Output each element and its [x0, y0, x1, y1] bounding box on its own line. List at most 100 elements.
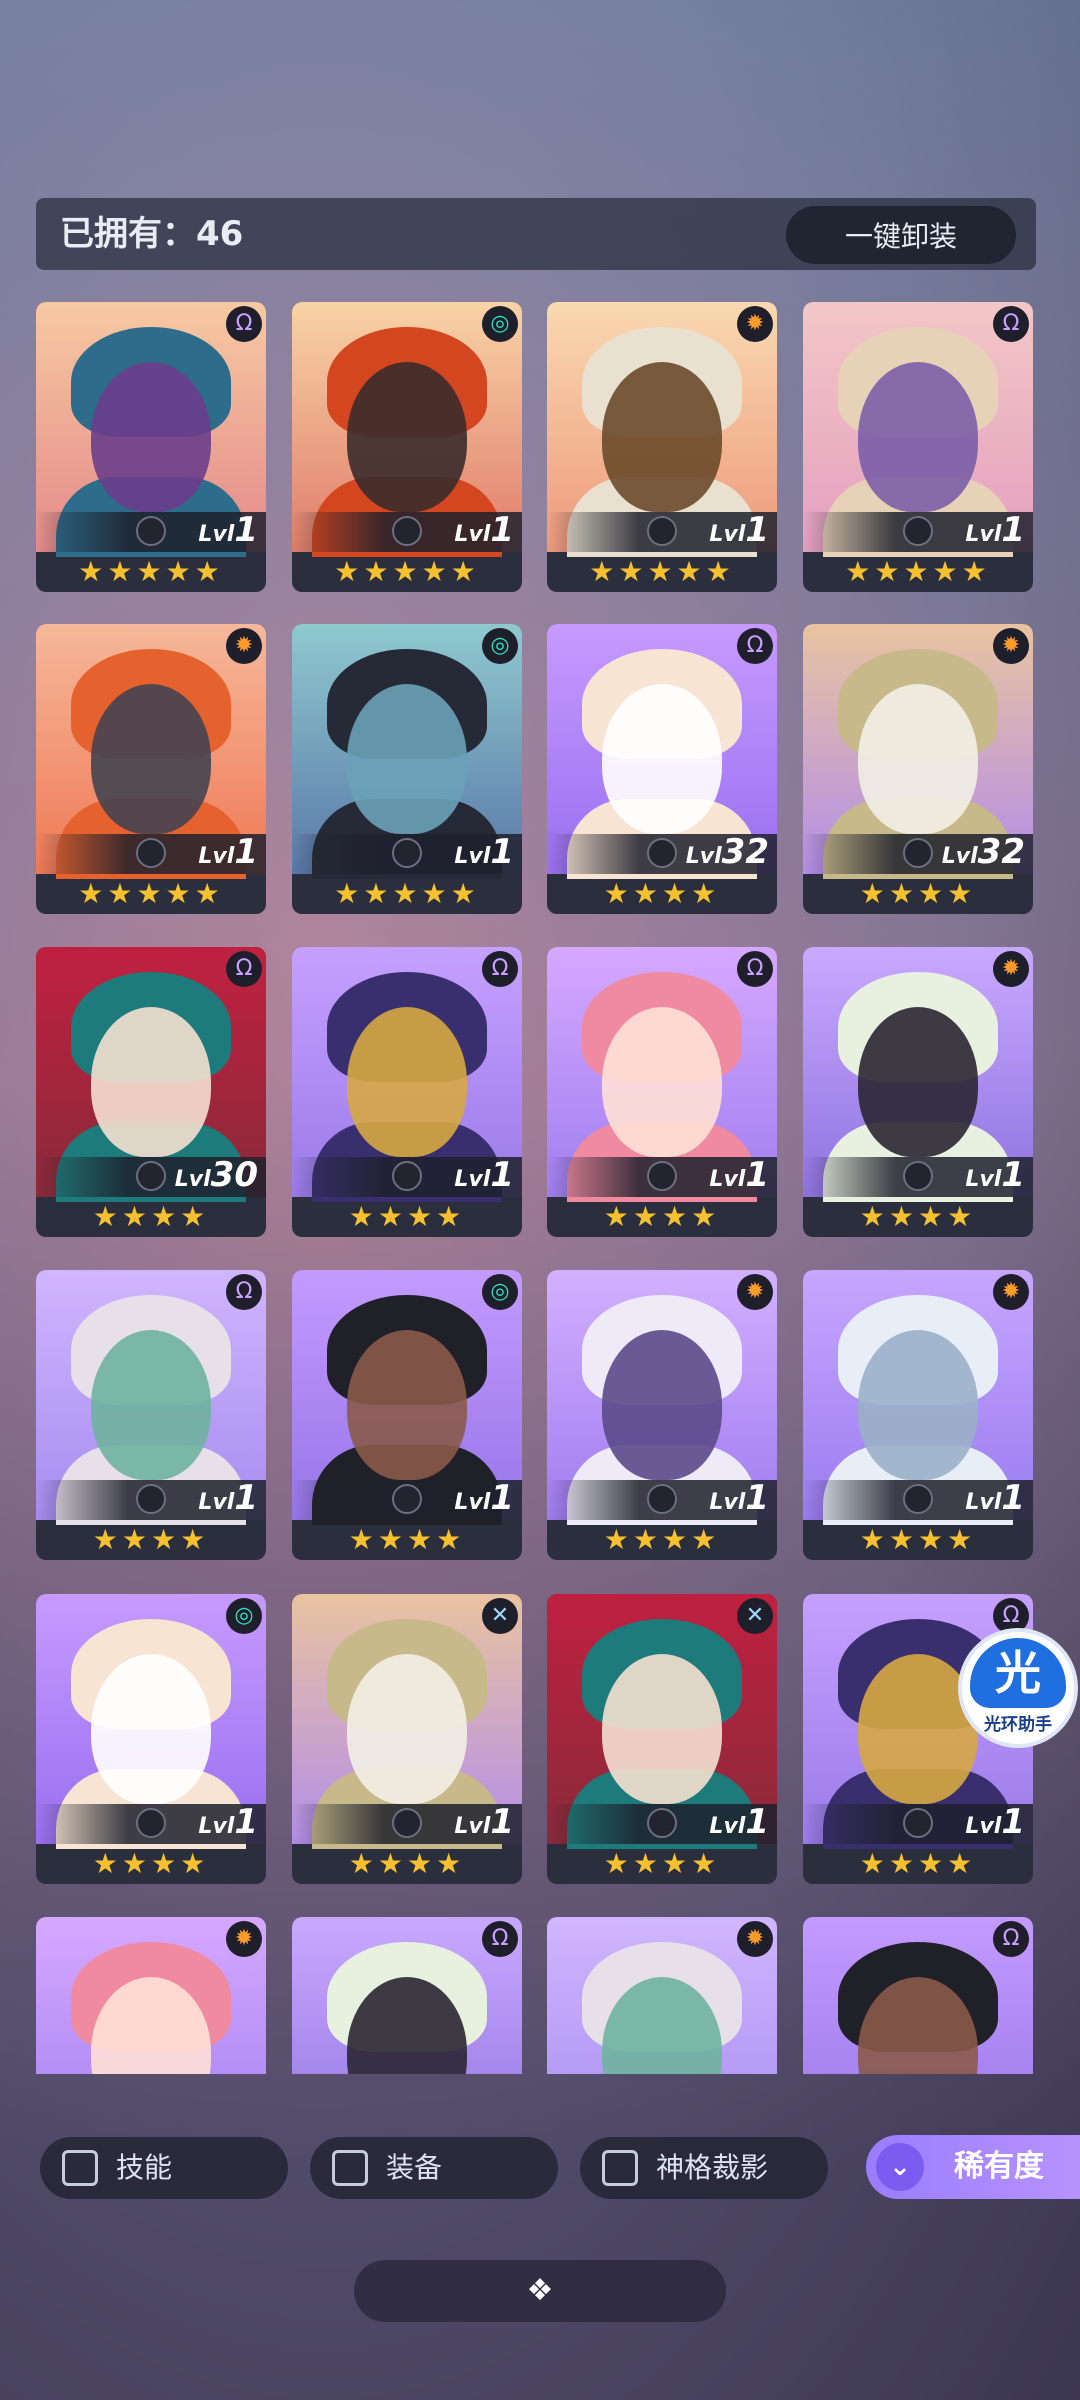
hero-card[interactable]: Ω	[292, 1917, 522, 2074]
filter-label: 装备	[386, 2151, 443, 2184]
hero-card[interactable]: ✕ Lvl1 ★★★★	[547, 1594, 777, 1884]
hero-card[interactable]: Ω Lvl1 ★★★★	[36, 1270, 266, 1560]
rarity-stars: ★★★★	[603, 877, 721, 910]
hero-level: Lvl1	[198, 510, 258, 550]
swirl-faction-icon: ◎	[482, 628, 518, 664]
level-number: 1	[745, 1478, 769, 1518]
rarity-stars: ★★★★	[348, 1847, 466, 1880]
checkbox-icon[interactable]	[602, 2150, 638, 2186]
rarity-stars: ★★★★★	[845, 555, 991, 588]
owned-count: 已拥有：46	[60, 214, 244, 254]
swirl-faction-icon: ◎	[482, 306, 518, 342]
level-number: 1	[490, 1155, 514, 1195]
skill-dial-icon	[903, 1808, 933, 1838]
hero-card[interactable]: Ω Lvl30 ★★★★	[36, 947, 266, 1237]
hero-card[interactable]: ✹ Lvl32 ★★★★	[803, 624, 1033, 914]
sun-faction-icon: ✹	[993, 1274, 1029, 1310]
hero-level: Lvl1	[454, 832, 514, 872]
level-number: 1	[1001, 1802, 1025, 1842]
rarity-stars: ★★★★★	[589, 555, 735, 588]
hero-card[interactable]: ◎ Lvl1 ★★★★★	[292, 302, 522, 592]
hero-card[interactable]: ✹	[547, 1917, 777, 2074]
hero-card[interactable]: ✹ Lvl1 ★★★★★	[547, 302, 777, 592]
rarity-stars: ★★★★★	[334, 555, 480, 588]
hero-face	[91, 362, 211, 512]
level-number: 1	[1001, 1155, 1025, 1195]
hero-face	[602, 1654, 722, 1804]
rarity-stars: ★★★★	[92, 1847, 210, 1880]
rarity-stars: ★★★★★	[334, 877, 480, 910]
rarity-stars: ★★★★	[859, 1200, 977, 1233]
hero-face	[602, 1007, 722, 1157]
skill-dial-icon	[903, 516, 933, 546]
hero-card[interactable]: ✕ Lvl1 ★★★★	[292, 1594, 522, 1884]
hero-card[interactable]: ◎ Lvl1 ★★★★★	[292, 624, 522, 914]
level-prefix: Lvl	[454, 1167, 491, 1192]
level-prefix: Lvl	[941, 844, 978, 869]
filter-divine-shadow[interactable]: 神格裁影	[580, 2137, 828, 2199]
hero-level: Lvl1	[198, 832, 258, 872]
skill-dial-icon	[136, 1161, 166, 1191]
hero-card[interactable]: Ω Lvl1 ★★★★	[292, 947, 522, 1237]
filter-skill[interactable]: 技能	[40, 2137, 288, 2199]
rarity-stars: ★★★★	[92, 1523, 210, 1556]
diamond-cluster-icon: ❖	[526, 2273, 554, 2308]
level-number: 1	[234, 1478, 258, 1518]
hero-card[interactable]: Ω Lvl1 ★★★★★	[803, 302, 1033, 592]
level-number: 1	[490, 510, 514, 550]
rarity-stars: ★★★★	[859, 877, 977, 910]
unequip-all-button[interactable]: 一键卸装	[786, 206, 1016, 264]
hero-face	[602, 362, 722, 512]
hero-level: Lvl32	[686, 832, 769, 872]
level-number: 1	[234, 832, 258, 872]
level-number: 1	[490, 1478, 514, 1518]
hero-card[interactable]: ✹ Lvl1 ★★★★	[547, 1270, 777, 1560]
checkbox-icon[interactable]	[62, 2150, 98, 2186]
hero-card[interactable]: Ω Lvl1 ★★★★★	[36, 302, 266, 592]
hero-face	[858, 1654, 978, 1804]
filter-equipment[interactable]: 装备	[310, 2137, 558, 2199]
skill-dial-icon	[647, 1161, 677, 1191]
checkbox-icon[interactable]	[332, 2150, 368, 2186]
level-prefix: Lvl	[198, 1490, 235, 1515]
hero-face	[91, 1654, 211, 1804]
skill-dial-icon	[392, 516, 422, 546]
assistant-floating-button[interactable]: 光 光环助手	[962, 1632, 1074, 1744]
hero-card[interactable]: ◎ Lvl1 ★★★★	[292, 1270, 522, 1560]
skill-dial-icon	[392, 1808, 422, 1838]
skill-dial-icon	[903, 838, 933, 868]
sun-faction-icon: ✹	[737, 306, 773, 342]
hero-level: Lvl32	[942, 832, 1025, 872]
level-prefix: Lvl	[709, 1167, 746, 1192]
sort-label: 稀有度	[954, 2149, 1044, 2184]
level-number: 1	[745, 1155, 769, 1195]
hero-face	[91, 1007, 211, 1157]
level-prefix: Lvl	[709, 522, 746, 547]
hero-card[interactable]: ✹ Lvl1 ★★★★	[803, 947, 1033, 1237]
hero-card[interactable]: Ω Lvl32 ★★★★	[547, 624, 777, 914]
hero-level: Lvl30	[175, 1155, 258, 1195]
collapse-handle[interactable]: ❖	[354, 2260, 726, 2322]
hero-level: Lvl1	[454, 1478, 514, 1518]
hero-grid: Ω Lvl1 ★★★★★ ◎ Lvl1 ★★★★★ ✹ Lvl1 ★★★★★ Ω Lvl1 ★★★★★…	[36, 302, 1036, 2074]
sort-rarity-button[interactable]: ⌄ 稀有度	[866, 2135, 1080, 2199]
hero-face	[858, 684, 978, 834]
level-prefix: Lvl	[709, 1814, 746, 1839]
hero-card[interactable]: Ω	[803, 1917, 1033, 2074]
level-prefix: Lvl	[198, 522, 235, 547]
rarity-stars: ★★★★	[603, 1847, 721, 1880]
level-prefix: Lvl	[965, 1167, 1002, 1192]
hero-level: Lvl1	[198, 1478, 258, 1518]
hero-card[interactable]: ✹	[36, 1917, 266, 2074]
skill-dial-icon	[647, 838, 677, 868]
sun-faction-icon: ✹	[993, 951, 1029, 987]
swirl-faction-icon: ◎	[226, 1598, 262, 1634]
skill-dial-icon	[647, 1484, 677, 1514]
hero-level: Lvl1	[198, 1802, 258, 1842]
assistant-caption: 光环助手	[984, 1715, 1052, 1735]
hero-card[interactable]: Ω Lvl1 ★★★★	[547, 947, 777, 1237]
hero-card[interactable]: ◎ Lvl1 ★★★★	[36, 1594, 266, 1884]
level-prefix: Lvl	[174, 1167, 211, 1192]
hero-card[interactable]: ✹ Lvl1 ★★★★	[803, 1270, 1033, 1560]
hero-card[interactable]: ✹ Lvl1 ★★★★★	[36, 624, 266, 914]
